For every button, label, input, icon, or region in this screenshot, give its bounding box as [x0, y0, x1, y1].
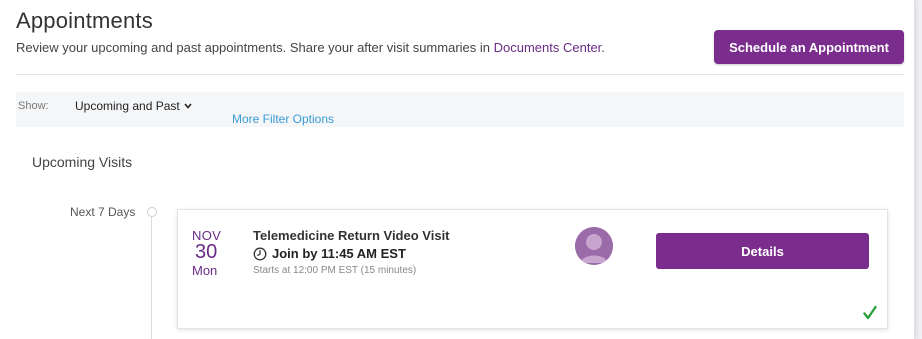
join-time-text: Join by 11:45 AM EST [272, 246, 406, 261]
avatar [575, 227, 613, 265]
timeline-label: Next 7 Days [70, 205, 136, 219]
clock-icon [253, 247, 267, 261]
header-divider [16, 74, 904, 75]
more-filter-options-link[interactable]: More Filter Options [232, 112, 334, 126]
show-label: Show: [18, 100, 49, 112]
visit-start-info: Starts at 12:00 PM EST (15 minutes) [253, 265, 417, 276]
visit-title: Telemedicine Return Video Visit [253, 228, 450, 243]
page-subtitle: Review your upcoming and past appointmen… [16, 40, 605, 55]
chevron-down-icon [184, 101, 192, 111]
details-button[interactable]: Details [656, 233, 869, 269]
timeline-line [151, 217, 152, 339]
documents-center-link[interactable]: Documents Center [494, 40, 602, 55]
join-time: Join by 11:45 AM EST [253, 246, 406, 261]
appointment-day: 30 [195, 241, 218, 263]
subtitle-text: Review your upcoming and past appointmen… [16, 40, 494, 55]
timeline-dot [147, 207, 157, 217]
show-filter-select[interactable]: Upcoming and Past [75, 99, 192, 113]
appointments-panel: Appointments Review your upcoming and pa… [0, 0, 915, 339]
page-title: Appointments [16, 8, 153, 33]
section-title: Upcoming Visits [32, 154, 133, 170]
appointment-weekday: Mon [192, 263, 218, 278]
show-filter-value: Upcoming and Past [75, 99, 180, 113]
checkmark-icon [863, 305, 877, 326]
schedule-appointment-button[interactable]: Schedule an Appointment [714, 30, 904, 64]
subtitle-suffix: . [601, 40, 605, 55]
